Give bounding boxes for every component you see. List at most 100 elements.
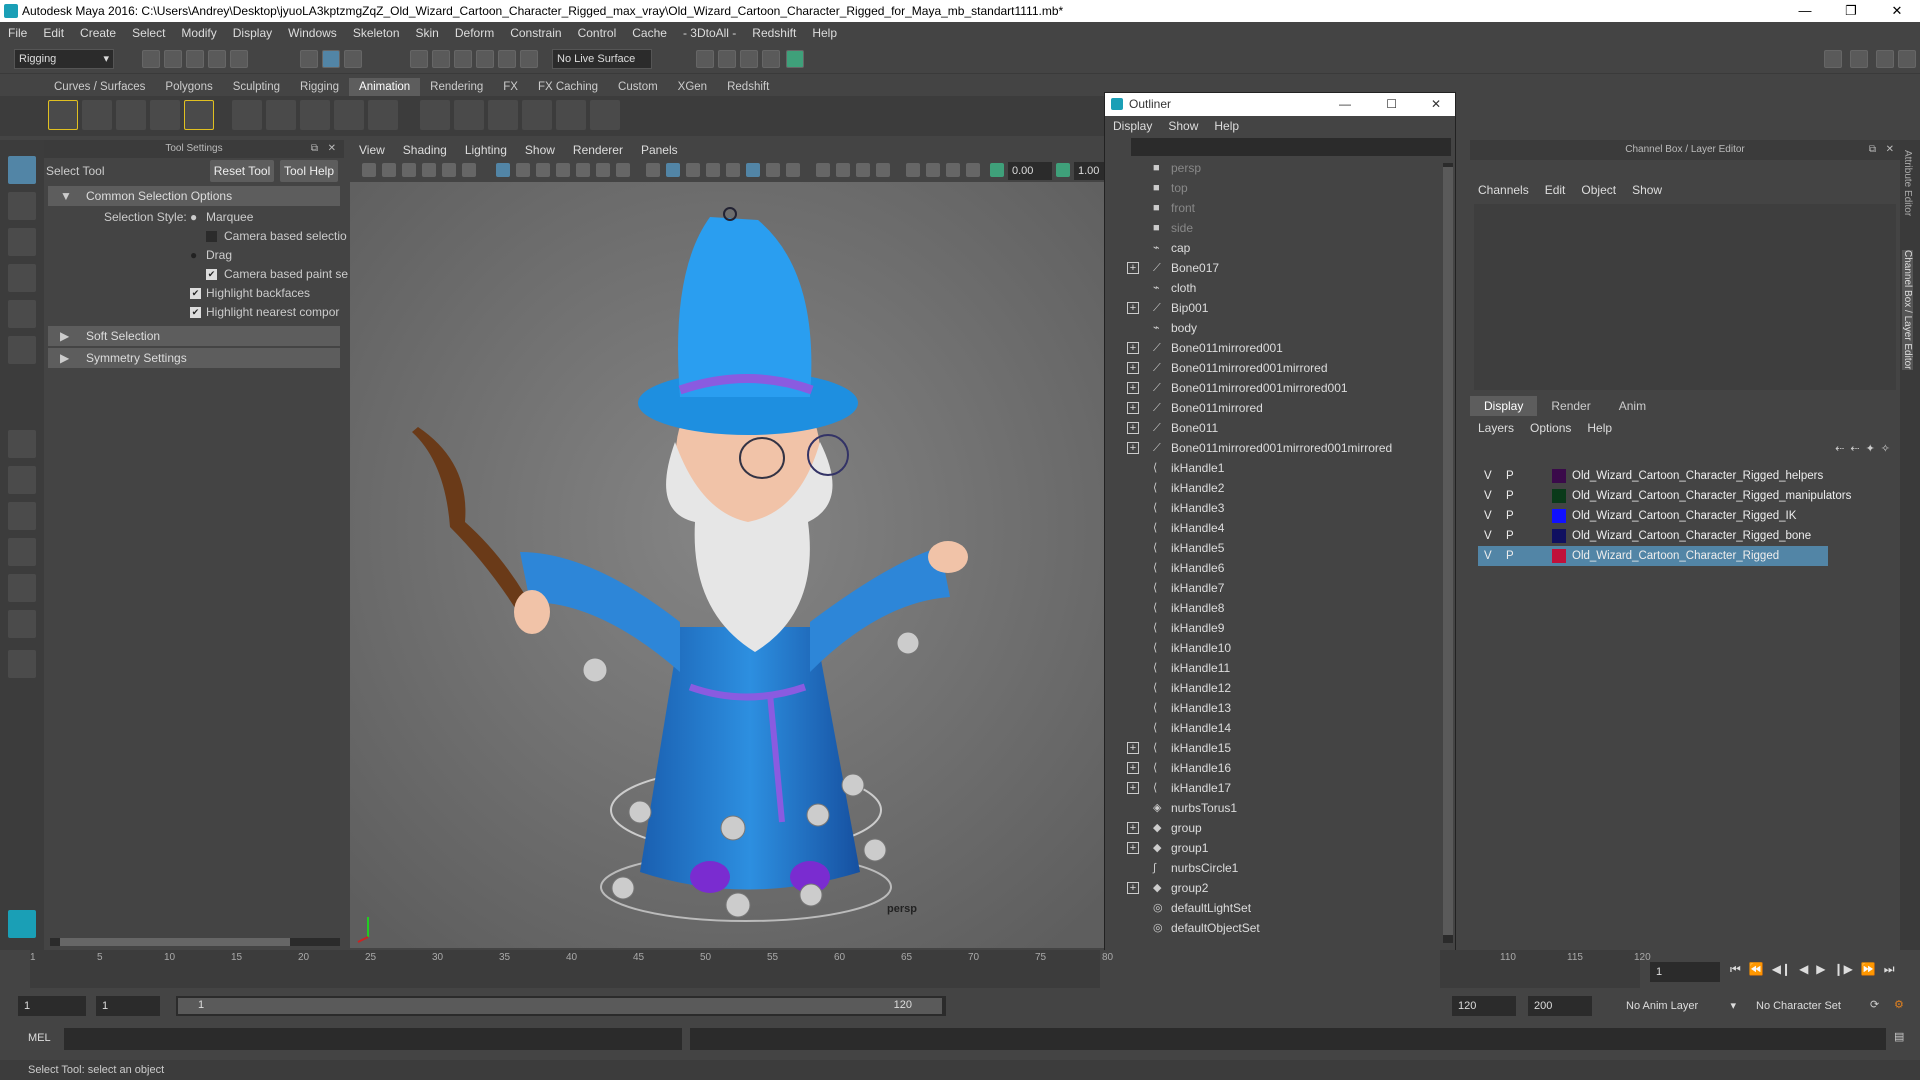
close-button[interactable]: ✕ [1874, 0, 1920, 22]
graph-editor-icon[interactable] [82, 100, 112, 130]
reset-tool-button[interactable]: Reset Tool [210, 160, 274, 182]
expand-icon[interactable]: + [1127, 822, 1139, 834]
menu-skin[interactable]: Skin [408, 26, 447, 40]
pole-vector-icon[interactable] [590, 100, 620, 130]
step-forward-frame-icon[interactable]: ❙▶ [1834, 962, 1853, 977]
select-object-icon[interactable] [322, 50, 340, 68]
xray-icon[interactable] [746, 163, 760, 177]
vp-menu-shading[interactable]: Shading [394, 143, 456, 157]
exposure-field[interactable]: 0.00 [1008, 162, 1052, 180]
render-frame-icon[interactable] [718, 50, 736, 68]
smooth-shade-icon[interactable] [666, 163, 680, 177]
expand-icon[interactable]: + [1127, 782, 1139, 794]
options-menu[interactable]: Options [1522, 421, 1579, 435]
outliner-item[interactable]: + ⟋ Bip001 [1105, 298, 1435, 318]
scale-constraint-icon[interactable] [522, 100, 552, 130]
expand-icon[interactable]: + [1127, 422, 1139, 434]
time-slider[interactable]: 1 5 10 15 20 25 30 35 40 45 50 55 60 65 70 75 80 110 115 1… [0, 950, 1920, 988]
open-scene-icon[interactable] [164, 50, 182, 68]
outliner-item[interactable]: ⟨ ikHandle1 [1105, 458, 1435, 478]
outliner-item[interactable]: + ⟨ ikHandle17 [1105, 778, 1435, 798]
outliner-menu-help[interactable]: Help [1206, 119, 1247, 133]
select-tool-icon[interactable] [8, 156, 36, 184]
outliner-item[interactable]: + ⟋ Bone017 [1105, 258, 1435, 278]
outliner-item[interactable]: + ⟋ Bone011mirrored [1105, 398, 1435, 418]
layout-icon[interactable] [1850, 50, 1868, 68]
shelf-tab-xgen[interactable]: XGen [668, 78, 717, 96]
scale-tool-icon[interactable] [8, 336, 36, 364]
set-key-icon[interactable] [48, 100, 78, 130]
outliner-item[interactable]: ■ top [1105, 178, 1435, 198]
outliner-item[interactable]: ∫ nurbsCircle1 [1105, 858, 1435, 878]
snap-magnet-icon[interactable] [520, 50, 538, 68]
outliner-item[interactable]: ■ side [1105, 218, 1435, 238]
snap-curve-icon[interactable] [432, 50, 450, 68]
shelf-tab-animation[interactable]: Animation [349, 78, 421, 96]
step-back-frame-icon[interactable]: ◀❙ [1772, 962, 1791, 977]
outliner-item[interactable]: ■ persp [1105, 158, 1435, 178]
outliner-menu-display[interactable]: Display [1105, 119, 1160, 133]
tool-help-button[interactable]: Tool Help [280, 160, 338, 182]
outliner-item[interactable]: + ◆ group1 [1105, 838, 1435, 858]
display-layer-row[interactable]: V P Old_Wizard_Cartoon_Character_Rigged [1478, 546, 1828, 566]
outliner-item[interactable]: ⟨ ikHandle8 [1105, 598, 1435, 618]
extra-tools-icon[interactable] [8, 650, 36, 678]
insert-joint-icon[interactable] [266, 100, 296, 130]
antialias-icon[interactable] [856, 163, 870, 177]
float-icon[interactable]: ⧉ [1869, 140, 1876, 160]
time-ruler-right[interactable]: 110 115 120 [1440, 950, 1651, 988]
outliner-item[interactable]: + ⟋ Bone011 [1105, 418, 1435, 438]
shelf-tab-redshift[interactable]: Redshift [717, 78, 779, 96]
cb-object-menu[interactable]: Object [1573, 183, 1624, 197]
live-surface-field[interactable]: No Live Surface [552, 49, 652, 69]
visibility-toggle[interactable]: V [1484, 526, 1492, 546]
four-view-icon[interactable] [8, 466, 36, 494]
menu-constrain[interactable]: Constrain [502, 26, 569, 40]
snap-point-icon[interactable] [454, 50, 472, 68]
outliner-toggle-icon[interactable] [1898, 50, 1916, 68]
parent-constraint-icon[interactable] [420, 100, 450, 130]
hypershade-icon[interactable] [786, 50, 804, 68]
snap-view-icon[interactable] [476, 50, 494, 68]
anim-layer-dropdown[interactable]: No Anim Layer ▾ [1620, 996, 1740, 1016]
outliner-item[interactable]: ⟨ ikHandle11 [1105, 658, 1435, 678]
outliner-item[interactable]: + ◆ group2 [1105, 878, 1435, 898]
outliner-item[interactable]: + ⟋ Bone011mirrored001mirrored001mirrored [1105, 438, 1435, 458]
camera-based-selection-checkbox[interactable] [206, 231, 217, 242]
ik-handle-icon[interactable] [300, 100, 330, 130]
channel-box-tab[interactable]: Channel Box / Layer Editor [1902, 250, 1913, 370]
shelf-tab-fx-caching[interactable]: FX Caching [528, 78, 608, 96]
outliner-item[interactable]: ◈ nurbsTorus1 [1105, 798, 1435, 818]
layer-color-swatch[interactable] [1552, 549, 1566, 563]
visibility-toggle[interactable]: V [1484, 486, 1492, 506]
rotate-tool-icon[interactable] [8, 300, 36, 328]
outliner-item[interactable]: + ⟋ Bone011mirrored001mirrored001 [1105, 378, 1435, 398]
outliner-item[interactable]: ⟨ ikHandle4 [1105, 518, 1435, 538]
menu-modify[interactable]: Modify [173, 26, 224, 40]
new-scene-icon[interactable] [142, 50, 160, 68]
display-layer-row[interactable]: V P Old_Wizard_Cartoon_Character_Rigged_bo… [1478, 526, 1828, 546]
symmetry-settings-section[interactable]: ▶ Symmetry Settings [48, 348, 340, 368]
play-forward-icon[interactable]: ▶ [1816, 962, 1825, 977]
camera-select-icon[interactable] [362, 163, 376, 177]
shelf-tab-curves[interactable]: Curves / Surfaces [44, 78, 155, 96]
ik-spline-icon[interactable] [334, 100, 364, 130]
new-empty-layer-icon[interactable]: ✦ [1866, 442, 1875, 455]
outliner-item[interactable]: ⟨ ikHandle9 [1105, 618, 1435, 638]
soft-selection-section[interactable]: ▶ Soft Selection [48, 326, 340, 346]
outliner-item[interactable]: ⟨ ikHandle3 [1105, 498, 1435, 518]
grid-icon[interactable] [496, 163, 510, 177]
expand-icon[interactable]: + [1127, 302, 1139, 314]
tab-anim[interactable]: Anim [1605, 396, 1660, 416]
expand-icon[interactable]: + [1127, 742, 1139, 754]
vp-menu-lighting[interactable]: Lighting [456, 143, 516, 157]
menu-deform[interactable]: Deform [447, 26, 502, 40]
drag-radio[interactable]: ● [190, 246, 197, 265]
move-layer-down-icon[interactable]: ⇠ [1850, 442, 1859, 455]
display-layer-row[interactable]: V P Old_Wizard_Cartoon_Character_Rigged_ma… [1478, 486, 1851, 506]
expand-icon[interactable]: + [1127, 362, 1139, 374]
lasso-tool-icon[interactable] [8, 192, 36, 220]
3d-scene[interactable]: persp [350, 182, 1105, 948]
current-frame-field[interactable]: 1 [1650, 962, 1720, 982]
expand-icon[interactable]: + [1127, 382, 1139, 394]
